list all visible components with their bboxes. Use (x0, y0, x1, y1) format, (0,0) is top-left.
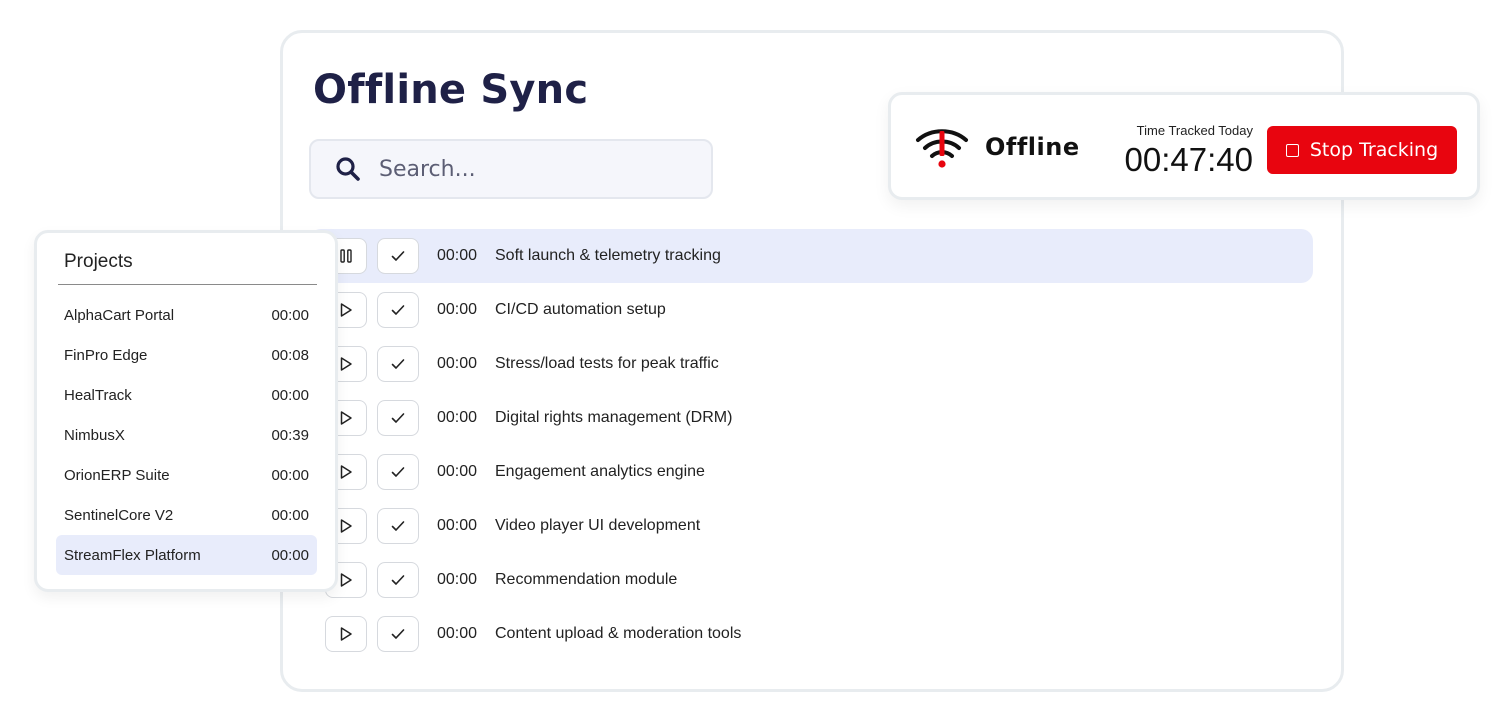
offline-tracker-card: Offline Time Tracked Today 00:47:40 Stop… (888, 92, 1480, 200)
project-item[interactable]: HealTrack 00:00 (56, 375, 317, 415)
task-name: CI/CD automation setup (495, 301, 666, 318)
task-time: 00:00 (437, 517, 478, 534)
project-time: 00:00 (271, 466, 309, 484)
project-name: OrionERP Suite (64, 466, 170, 484)
stop-tracking-button[interactable]: Stop Tracking (1267, 126, 1457, 174)
projects-list: AlphaCart Portal 00:00 FinPro Edge 00:08… (56, 295, 317, 575)
task-time: 00:00 (437, 463, 478, 480)
time-tracked-label: Time Tracked Today (1136, 123, 1253, 138)
play-icon (340, 519, 352, 533)
task-time: 00:00 (437, 247, 478, 264)
project-item[interactable]: FinPro Edge 00:08 (56, 335, 317, 375)
task-row[interactable]: 00:00 Content upload & moderation tools (309, 607, 1313, 661)
check-icon (391, 467, 405, 477)
check-icon (391, 305, 405, 315)
complete-button[interactable] (377, 616, 419, 652)
search-box[interactable] (309, 139, 713, 199)
task-time: 00:00 (437, 409, 478, 426)
check-icon (391, 521, 405, 531)
complete-button[interactable] (377, 346, 419, 382)
wifi-offline-icon (913, 123, 971, 171)
check-icon (391, 359, 405, 369)
project-name: FinPro Edge (64, 346, 148, 364)
task-row[interactable]: 00:00 Stress/load tests for peak traffic (309, 337, 1313, 391)
check-icon (391, 251, 405, 261)
task-name: Digital rights management (DRM) (495, 409, 733, 426)
project-item[interactable]: SentinelCore V2 00:00 (56, 495, 317, 535)
task-row[interactable]: 00:00 Recommendation module (309, 553, 1313, 607)
task-name: Recommendation module (495, 571, 678, 588)
task-name: Content upload & moderation tools (495, 625, 742, 642)
pause-icon (340, 249, 352, 263)
search-input[interactable] (377, 155, 681, 183)
play-icon (340, 627, 352, 641)
search-icon (335, 155, 363, 183)
complete-button[interactable] (377, 292, 419, 328)
task-name: Video player UI development (495, 517, 701, 534)
project-time: 00:00 (271, 546, 309, 564)
project-item-selected[interactable]: StreamFlex Platform 00:00 (56, 535, 317, 575)
complete-button[interactable] (377, 508, 419, 544)
play-button[interactable] (325, 616, 367, 652)
task-name: Soft launch & telemetry tracking (495, 247, 721, 264)
task-time: 00:00 (437, 571, 478, 588)
project-item[interactable]: AlphaCart Portal 00:00 (56, 295, 317, 335)
task-row[interactable]: 00:00 Digital rights management (DRM) (309, 391, 1313, 445)
task-time: 00:00 (437, 301, 478, 318)
task-name: Stress/load tests for peak traffic (495, 355, 719, 372)
complete-button[interactable] (377, 562, 419, 598)
task-row[interactable]: 00:00 Soft launch & telemetry tracking (309, 229, 1313, 283)
play-icon (340, 573, 352, 587)
play-icon (340, 465, 352, 479)
play-icon (340, 411, 352, 425)
project-item[interactable]: OrionERP Suite 00:00 (56, 455, 317, 495)
project-name: HealTrack (64, 386, 132, 404)
check-icon (391, 629, 405, 639)
task-list: 00:00 Soft launch & telemetry tracking 0… (309, 229, 1313, 661)
complete-button[interactable] (377, 400, 419, 436)
complete-button[interactable] (377, 238, 419, 274)
page-title: Offline Sync (313, 67, 589, 113)
project-time: 00:00 (271, 506, 309, 524)
play-icon (340, 303, 352, 317)
check-icon (391, 413, 405, 423)
complete-button[interactable] (377, 454, 419, 490)
connection-status: Offline (985, 133, 1080, 161)
play-icon (340, 357, 352, 371)
task-time: 00:00 (437, 355, 478, 372)
project-time: 00:00 (271, 306, 309, 324)
stop-icon (1285, 143, 1299, 157)
stop-tracking-label: Stop Tracking (1309, 139, 1439, 161)
project-time: 00:00 (271, 386, 309, 404)
project-time: 00:08 (271, 346, 309, 364)
divider (58, 284, 317, 285)
project-time: 00:39 (271, 426, 309, 444)
task-row[interactable]: 00:00 Engagement analytics engine (309, 445, 1313, 499)
task-time: 00:00 (437, 625, 478, 642)
project-name: SentinelCore V2 (64, 506, 174, 524)
project-name: StreamFlex Platform (64, 546, 201, 564)
project-name: NimbusX (64, 426, 125, 444)
task-name: Engagement analytics engine (495, 463, 705, 480)
task-row[interactable]: 00:00 CI/CD automation setup (309, 283, 1313, 337)
task-row[interactable]: 00:00 Video player UI development (309, 499, 1313, 553)
time-tracked-value: 00:47:40 (1124, 141, 1253, 178)
check-icon (391, 575, 405, 585)
projects-title: Projects (64, 251, 133, 272)
project-item[interactable]: NimbusX 00:39 (56, 415, 317, 455)
projects-panel: Projects AlphaCart Portal 00:00 FinPro E… (34, 230, 338, 592)
project-name: AlphaCart Portal (64, 306, 175, 324)
